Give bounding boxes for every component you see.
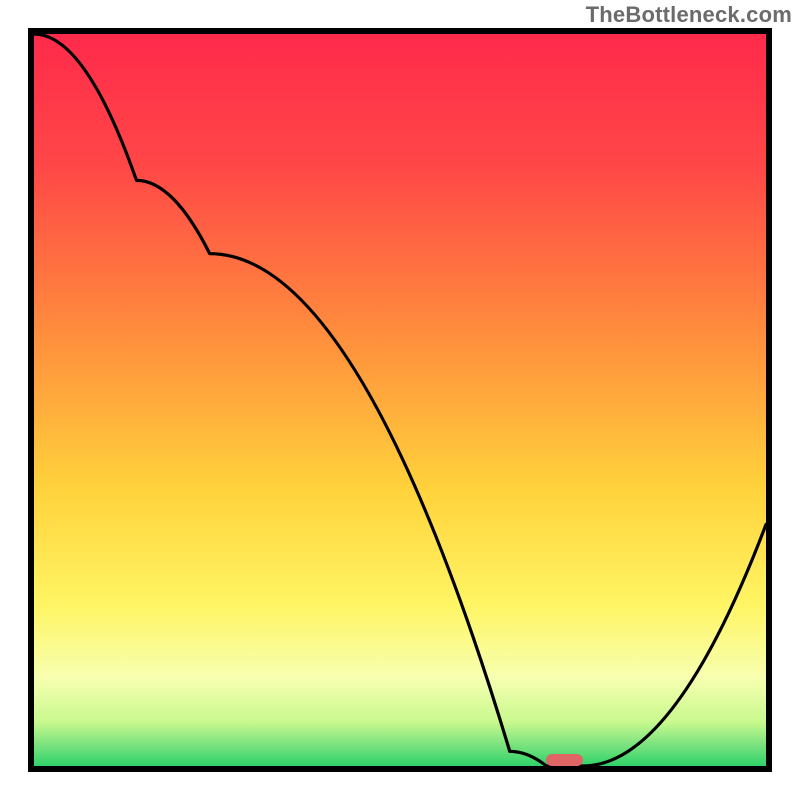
plot-area	[28, 28, 772, 772]
chart-svg	[34, 34, 766, 766]
chart-frame: TheBottleneck.com	[0, 0, 800, 800]
watermark-text: TheBottleneck.com	[586, 2, 792, 28]
gradient-background	[34, 34, 766, 766]
optimum-marker	[546, 754, 583, 766]
